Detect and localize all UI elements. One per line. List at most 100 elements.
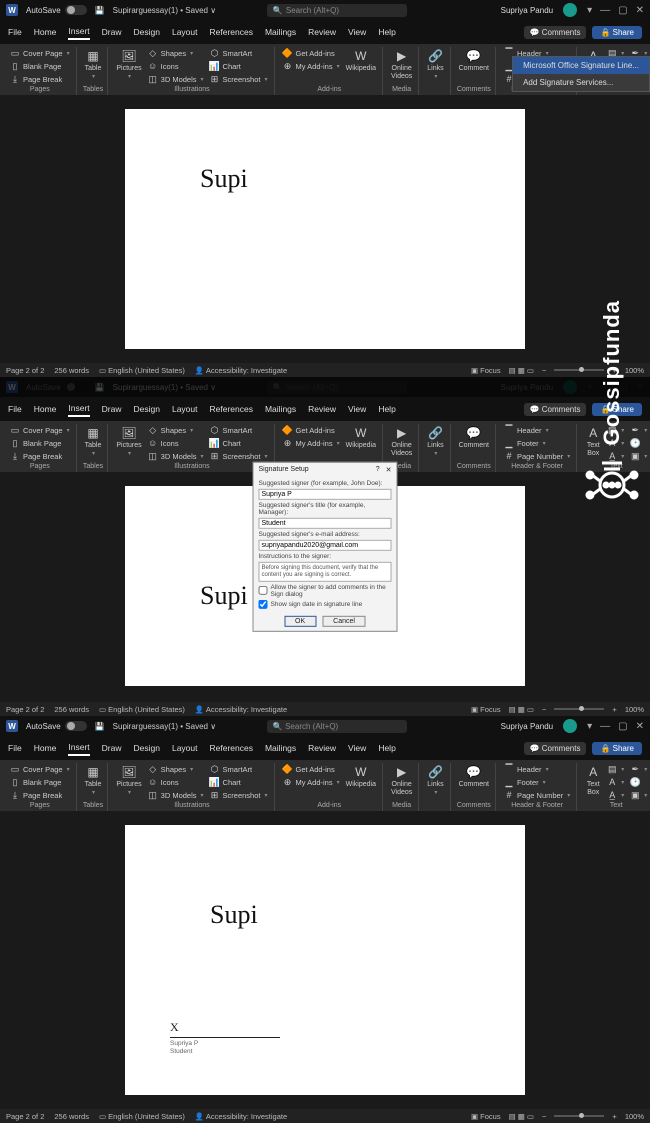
document-page[interactable]: Supi [125,109,525,349]
tab-draw[interactable]: Draw [102,25,122,39]
tab-layout[interactable]: Layout [172,402,198,416]
maximize-button[interactable]: ▢ [618,5,627,16]
online-videos-button[interactable]: ▶OnlineVideos [389,47,414,81]
accessibility-indicator[interactable]: 👤 Accessibility: Investigate [195,705,287,714]
tab-design[interactable]: Design [134,25,160,39]
icons-button[interactable]: ☺Icons [146,60,206,72]
toggle-switch-icon[interactable] [65,721,87,731]
shapes-button[interactable]: ◇Shapes▾ [146,47,206,59]
zoom-slider[interactable] [554,369,604,371]
page-indicator[interactable]: Page 2 of 2 [6,1112,44,1121]
tab-insert[interactable]: Insert [68,401,89,417]
ms-office-signature-line-item[interactable]: Microsoft Office Signature Line... [513,57,649,74]
allow-comments-checkbox[interactable] [259,586,268,595]
page-break-button[interactable]: ⤓Page Break [8,73,72,85]
tab-help[interactable]: Help [378,25,395,39]
tab-references[interactable]: References [210,402,253,416]
share-button[interactable]: 🔒 Share [592,26,642,39]
search-input[interactable]: 🔍Search (Alt+Q) [267,4,407,17]
comment-button[interactable]: 💬Comment [457,47,491,73]
save-icon[interactable]: 💾 [95,722,105,731]
tab-view[interactable]: View [348,25,366,39]
ok-button[interactable]: OK [284,616,316,627]
comments-button[interactable]: 💬 Comments [524,26,587,39]
blank-page-button[interactable]: ▯Blank Page [8,60,72,72]
document-area[interactable]: Supi [0,95,650,363]
tab-help[interactable]: Help [378,402,395,416]
signer-email-input[interactable] [259,539,392,550]
document-page[interactable]: Supi X Supriya P Student [125,825,525,1095]
get-addins-button[interactable]: 🔶Get Add-ins [281,47,342,59]
tab-layout[interactable]: Layout [172,25,198,39]
focus-mode-button[interactable]: ▣ Focus [471,366,501,375]
filename[interactable]: Supirarguessay(1) • Saved ∨ [113,722,216,731]
document-area[interactable]: Supi X Supriya P Student [0,811,650,1109]
tab-file[interactable]: File [8,25,22,39]
word-count[interactable]: 256 words [54,366,89,375]
share-button[interactable]: 🔒 Share [592,403,642,416]
group-pages: ▭Cover Page▾ ▯Blank Page ⤓Page Break Pag… [4,47,77,95]
tab-review[interactable]: Review [308,402,336,416]
smartart-button[interactable]: ⬡SmartArt [208,47,270,59]
pictures-button[interactable]: 🖼Pictures▾ [114,47,143,81]
signature-line-object[interactable]: X Supriya P Student [170,1020,280,1056]
search-input[interactable]: 🔍 Search (Alt+Q) [267,720,407,733]
filename[interactable]: Supirarguessay(1) • Saved ∨ [113,383,216,392]
ribbon-options-icon[interactable]: ▾ [587,5,592,16]
chart-button[interactable]: 📊Chart [208,60,270,72]
table-button[interactable]: ▦Table▾ [83,47,104,81]
filename[interactable]: Supirarguessay(1) • Saved ∨ [113,6,216,15]
view-buttons[interactable]: ▤ ▦ ▭ [509,366,534,375]
zoom-out-button[interactable]: − [542,366,546,375]
accessibility-indicator[interactable]: 👤 Accessibility: Investigate [195,366,287,375]
zoom-level[interactable]: 100% [625,366,644,375]
tab-references[interactable]: References [210,25,253,39]
add-signature-services-item[interactable]: Add Signature Services... [513,74,649,91]
suggested-signer-input[interactable] [259,488,392,499]
autosave-toggle[interactable]: AutoSave [26,5,87,15]
tab-file[interactable]: File [8,402,22,416]
toggle-switch-icon[interactable] [65,5,87,15]
autosave-toggle[interactable]: AutoSave [26,721,87,731]
wikipedia-button[interactable]: WWikipedia [344,47,378,73]
tab-home[interactable]: Home [34,402,57,416]
word-count[interactable]: 256 words [54,1112,89,1121]
close-button[interactable]: ✕ [636,5,644,16]
my-addins-button[interactable]: ⊕My Add-ins▾ [281,60,342,72]
language-indicator[interactable]: ▭ English (United States) [99,1112,185,1121]
user-avatar[interactable] [563,719,577,733]
tab-home[interactable]: Home [34,25,57,39]
3d-models-button[interactable]: ◫3D Models▾ [146,73,206,85]
language-indicator[interactable]: ▭ English (United States) [99,705,185,714]
autosave-toggle[interactable]: AutoSave [26,382,87,392]
search-input[interactable]: 🔍 Search (Alt+Q) [267,381,407,394]
tab-design[interactable]: Design [134,402,160,416]
user-avatar[interactable] [563,380,577,394]
tab-draw[interactable]: Draw [102,402,122,416]
tab-mailings[interactable]: Mailings [265,402,296,416]
cancel-button[interactable]: Cancel [322,616,366,627]
comments-button[interactable]: 💬 Comments [524,403,587,416]
page-indicator[interactable]: Page 2 of 2 [6,705,44,714]
tab-insert[interactable]: Insert [68,24,89,40]
help-button[interactable]: ? [376,465,380,473]
links-button[interactable]: 🔗Links▾ [425,47,445,81]
zoom-in-button[interactable]: + [612,366,616,375]
tab-mailings[interactable]: Mailings [265,25,296,39]
save-icon[interactable]: 💾 [95,6,105,15]
tab-view[interactable]: View [348,402,366,416]
show-date-checkbox[interactable] [259,600,268,609]
user-avatar[interactable] [563,3,577,17]
signer-title-input[interactable] [259,517,392,528]
toggle-switch-icon[interactable] [65,382,87,392]
dialog-close-button[interactable]: ✕ [386,465,392,473]
word-count[interactable]: 256 words [54,705,89,714]
accessibility-indicator[interactable]: 👤 Accessibility: Investigate [195,1112,287,1121]
minimize-button[interactable]: ― [600,5,610,16]
save-icon[interactable]: 💾 [95,383,105,392]
screenshot-button[interactable]: ⊞Screenshot▾ [208,73,270,85]
page-indicator[interactable]: Page 2 of 2 [6,366,44,375]
cover-page-button[interactable]: ▭Cover Page▾ [8,47,72,59]
language-indicator[interactable]: ▭ English (United States) [99,366,185,375]
tab-review[interactable]: Review [308,25,336,39]
